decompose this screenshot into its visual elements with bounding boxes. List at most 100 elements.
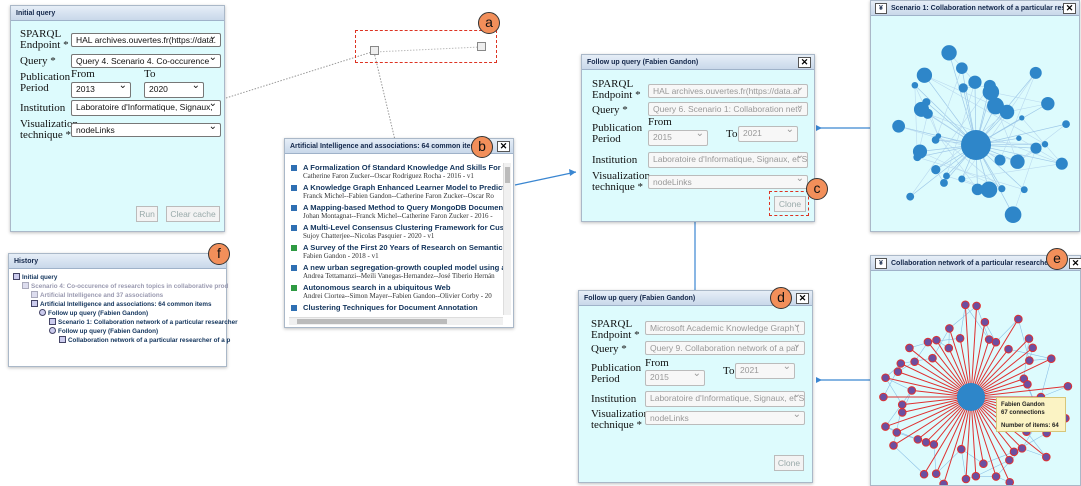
network-node[interactable] bbox=[1063, 381, 1073, 391]
item-title[interactable]: Clustering Techniques for Document Annot… bbox=[303, 303, 503, 312]
network-node[interactable] bbox=[944, 343, 954, 353]
network-node[interactable] bbox=[998, 185, 1006, 193]
history-item-collab[interactable]: Collaboration network of a particular re… bbox=[59, 336, 230, 344]
history-item-scenario1[interactable]: Scenario 1: Collaboration network of a p… bbox=[49, 318, 238, 326]
item-title[interactable]: A Formalization Of Standard Knowledge An… bbox=[303, 163, 503, 172]
network-node[interactable] bbox=[1005, 477, 1015, 485]
graph1-network[interactable] bbox=[871, 17, 1079, 231]
network-node[interactable] bbox=[955, 334, 965, 343]
network-node[interactable] bbox=[881, 422, 890, 431]
collapse-icon[interactable]: ¥ bbox=[875, 258, 887, 269]
clear-cache-button[interactable]: Clear cache bbox=[166, 206, 220, 222]
network-node[interactable] bbox=[972, 301, 981, 311]
network-node[interactable] bbox=[919, 469, 929, 479]
network-node[interactable] bbox=[994, 154, 1006, 166]
vis-select[interactable]: nodeLinks bbox=[71, 123, 221, 137]
vertical-scrollbar[interactable] bbox=[503, 163, 511, 315]
network-node[interactable] bbox=[906, 192, 915, 201]
list-item[interactable]: A Knowledge Graph Enhanced Learner Model… bbox=[291, 183, 503, 200]
network-node[interactable] bbox=[935, 133, 942, 139]
network-node[interactable] bbox=[1025, 356, 1034, 365]
vis-select[interactable]: nodeLinks bbox=[648, 175, 808, 189]
network-node[interactable] bbox=[961, 474, 971, 484]
network-node[interactable] bbox=[932, 335, 941, 345]
network-node[interactable] bbox=[931, 469, 941, 479]
to-select[interactable]: 2021 bbox=[735, 363, 795, 379]
history-item-scenario4[interactable]: Scenario 4: Co-occurence of research top… bbox=[22, 282, 228, 290]
network-node[interactable] bbox=[1004, 206, 1022, 224]
network-node[interactable] bbox=[1023, 379, 1032, 389]
scrollbar-thumb[interactable] bbox=[505, 167, 510, 183]
network-node[interactable] bbox=[961, 130, 991, 160]
graph2-network[interactable] bbox=[871, 272, 1080, 485]
item-title[interactable]: Autonomous search in a ubiquitous Web bbox=[303, 283, 503, 292]
center-node[interactable] bbox=[957, 383, 985, 411]
network-node[interactable] bbox=[1005, 455, 1014, 465]
history-item-initial[interactable]: Initial query bbox=[13, 273, 57, 281]
history-item-followup2[interactable]: Follow up query (Fabien Gandon) bbox=[49, 327, 158, 335]
list-item[interactable]: A new urban segregation-growth coupled m… bbox=[291, 263, 503, 280]
network-node[interactable] bbox=[941, 45, 957, 61]
network-node[interactable] bbox=[971, 183, 984, 196]
from-select[interactable]: 2015 bbox=[645, 370, 705, 386]
query-select[interactable]: Query 4. Scenario 4. Co-occurence bbox=[71, 54, 221, 68]
from-select[interactable]: 2015 bbox=[648, 130, 708, 146]
network-node[interactable] bbox=[881, 373, 890, 383]
collapse-icon[interactable]: ¥ bbox=[875, 3, 887, 14]
network-node[interactable] bbox=[912, 144, 928, 159]
network-node[interactable] bbox=[939, 479, 948, 485]
network-node[interactable] bbox=[958, 83, 968, 93]
institution-select[interactable]: Laboratoire d'Informatique, Signaux, et … bbox=[645, 391, 805, 407]
network-node[interactable] bbox=[923, 337, 933, 347]
network-node[interactable] bbox=[893, 367, 903, 377]
network-node[interactable] bbox=[1004, 344, 1013, 354]
network-node[interactable] bbox=[1041, 141, 1049, 148]
network-node[interactable] bbox=[892, 119, 906, 133]
minimized-window-2[interactable] bbox=[477, 42, 486, 51]
network-node[interactable] bbox=[879, 392, 888, 402]
item-title[interactable]: A Multi-Level Consensus Clustering Frame… bbox=[303, 223, 503, 232]
network-node[interactable] bbox=[1062, 120, 1070, 129]
query-select[interactable]: Query 9. Collaboration network of a par bbox=[645, 341, 805, 355]
network-node[interactable] bbox=[1019, 115, 1025, 121]
close-icon[interactable]: ✕ bbox=[1063, 3, 1076, 14]
scrollbar-thumb-h[interactable] bbox=[297, 319, 447, 324]
network-node[interactable] bbox=[921, 438, 931, 447]
endpoint-select[interactable]: HAL archives.ouvertes.fr(https://data. bbox=[71, 33, 221, 47]
network-node[interactable] bbox=[1046, 354, 1056, 363]
endpoint-select[interactable]: HAL archives.ouvertes.fr(https://data.ar bbox=[648, 84, 808, 98]
network-node[interactable] bbox=[1020, 186, 1028, 194]
network-node[interactable] bbox=[922, 98, 931, 107]
network-node[interactable] bbox=[971, 471, 981, 481]
network-node[interactable] bbox=[916, 67, 933, 83]
network-node[interactable] bbox=[999, 104, 1015, 120]
history-item-followup1[interactable]: Follow up query (Fabien Gandon) bbox=[39, 309, 148, 317]
network-node[interactable] bbox=[1017, 444, 1027, 453]
network-node[interactable] bbox=[897, 408, 907, 417]
network-node[interactable] bbox=[1030, 142, 1042, 154]
network-node[interactable] bbox=[979, 459, 988, 469]
network-node[interactable] bbox=[961, 300, 970, 310]
network-node[interactable] bbox=[957, 444, 966, 454]
to-select[interactable]: 2021 bbox=[738, 126, 798, 142]
list-item[interactable]: Autonomous search in a ubiquitous Web And… bbox=[291, 283, 503, 300]
network-node[interactable] bbox=[931, 165, 941, 175]
network-node[interactable] bbox=[1029, 66, 1042, 79]
from-select[interactable]: 2013 bbox=[71, 82, 131, 98]
list-item[interactable]: A Survey of the First 20 Years of Resear… bbox=[291, 243, 503, 260]
close-icon[interactable]: ✕ bbox=[796, 293, 809, 304]
item-title[interactable]: A Mapping-based Method to Query MongoDB … bbox=[303, 203, 503, 212]
network-node[interactable] bbox=[991, 337, 1001, 347]
endpoint-select[interactable]: Microsoft Academic Knowledge Graph ( bbox=[645, 321, 805, 335]
run-button[interactable]: Run bbox=[136, 206, 158, 222]
network-node[interactable] bbox=[980, 317, 990, 327]
network-node[interactable] bbox=[1055, 157, 1068, 170]
network-node[interactable] bbox=[889, 441, 898, 450]
item-title[interactable]: A new urban segregation-growth coupled m… bbox=[303, 263, 503, 272]
network-node[interactable] bbox=[928, 353, 937, 363]
clone-button[interactable]: Clone bbox=[774, 455, 804, 471]
network-node[interactable] bbox=[907, 386, 917, 395]
close-icon[interactable]: ✕ bbox=[1069, 258, 1081, 269]
to-select[interactable]: 2020 bbox=[144, 82, 204, 98]
item-title[interactable]: A Survey of the First 20 Years of Resear… bbox=[303, 243, 503, 252]
